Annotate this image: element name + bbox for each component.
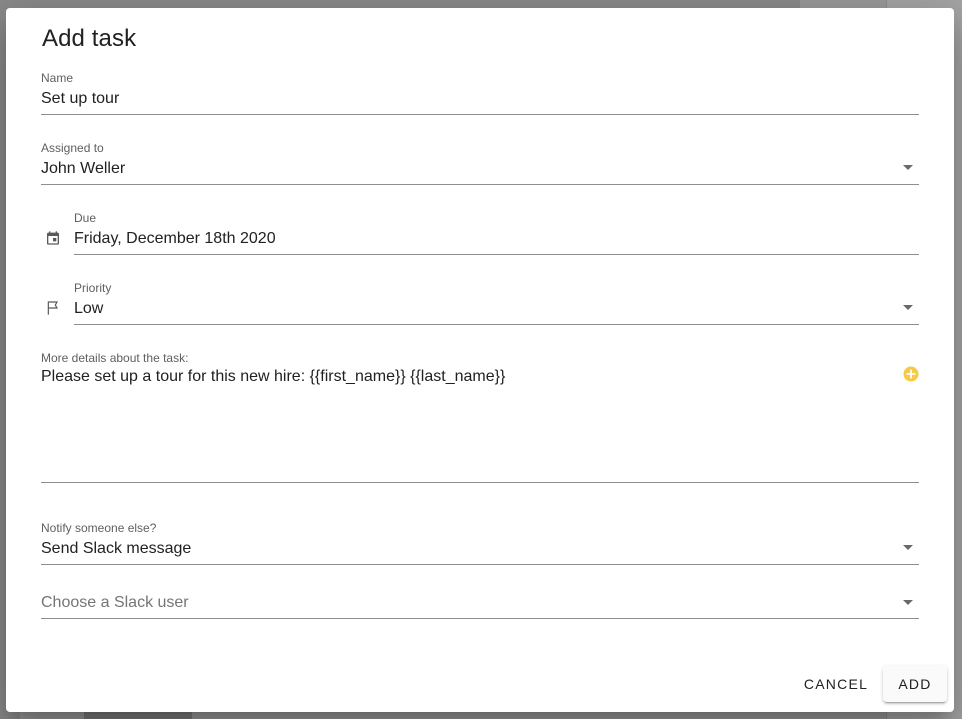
name-field[interactable]: Name Set up tour xyxy=(41,71,919,115)
assigned-to-value[interactable]: John Weller xyxy=(41,160,125,178)
details-textarea[interactable]: More details about the task: Please set … xyxy=(41,351,919,483)
add-button[interactable]: ADD xyxy=(883,666,947,702)
notify-value[interactable]: Send Slack message xyxy=(41,540,191,558)
dialog-title: Add task xyxy=(42,25,137,52)
assigned-to-select[interactable]: Assigned to John Weller xyxy=(41,141,919,185)
due-date-input[interactable]: Friday, December 18th 2020 xyxy=(74,230,276,248)
background-chip xyxy=(84,712,192,719)
calendar-icon xyxy=(47,231,59,245)
flag-icon xyxy=(47,301,59,315)
chevron-down-icon[interactable] xyxy=(903,165,913,170)
chevron-down-icon[interactable] xyxy=(903,600,913,605)
assigned-to-label: Assigned to xyxy=(41,141,104,155)
details-label: More details about the task: xyxy=(41,351,189,365)
add-task-dialog: Add task Name Set up tour Assigned to Jo… xyxy=(6,8,954,712)
name-label: Name xyxy=(41,71,74,85)
notify-select[interactable]: Notify someone else? Send Slack message xyxy=(41,521,919,565)
slack-user-select[interactable]: Choose a Slack user xyxy=(41,591,919,619)
due-date-field[interactable]: Due Friday, December 18th 2020 xyxy=(74,211,919,255)
chevron-down-icon[interactable] xyxy=(903,545,913,550)
background-strip xyxy=(20,712,800,719)
priority-value[interactable]: Low xyxy=(74,300,103,318)
add-circle-icon[interactable] xyxy=(902,365,920,383)
slack-user-placeholder[interactable]: Choose a Slack user xyxy=(41,594,189,612)
cancel-button[interactable]: CANCEL xyxy=(796,666,876,702)
priority-select[interactable]: Priority Low xyxy=(74,281,919,325)
due-label: Due xyxy=(74,211,97,225)
notify-label: Notify someone else? xyxy=(41,521,157,535)
chevron-down-icon[interactable] xyxy=(903,305,913,310)
priority-label: Priority xyxy=(74,281,112,295)
details-text[interactable]: Please set up a tour for this new hire: … xyxy=(41,368,505,386)
name-input[interactable]: Set up tour xyxy=(41,90,119,108)
